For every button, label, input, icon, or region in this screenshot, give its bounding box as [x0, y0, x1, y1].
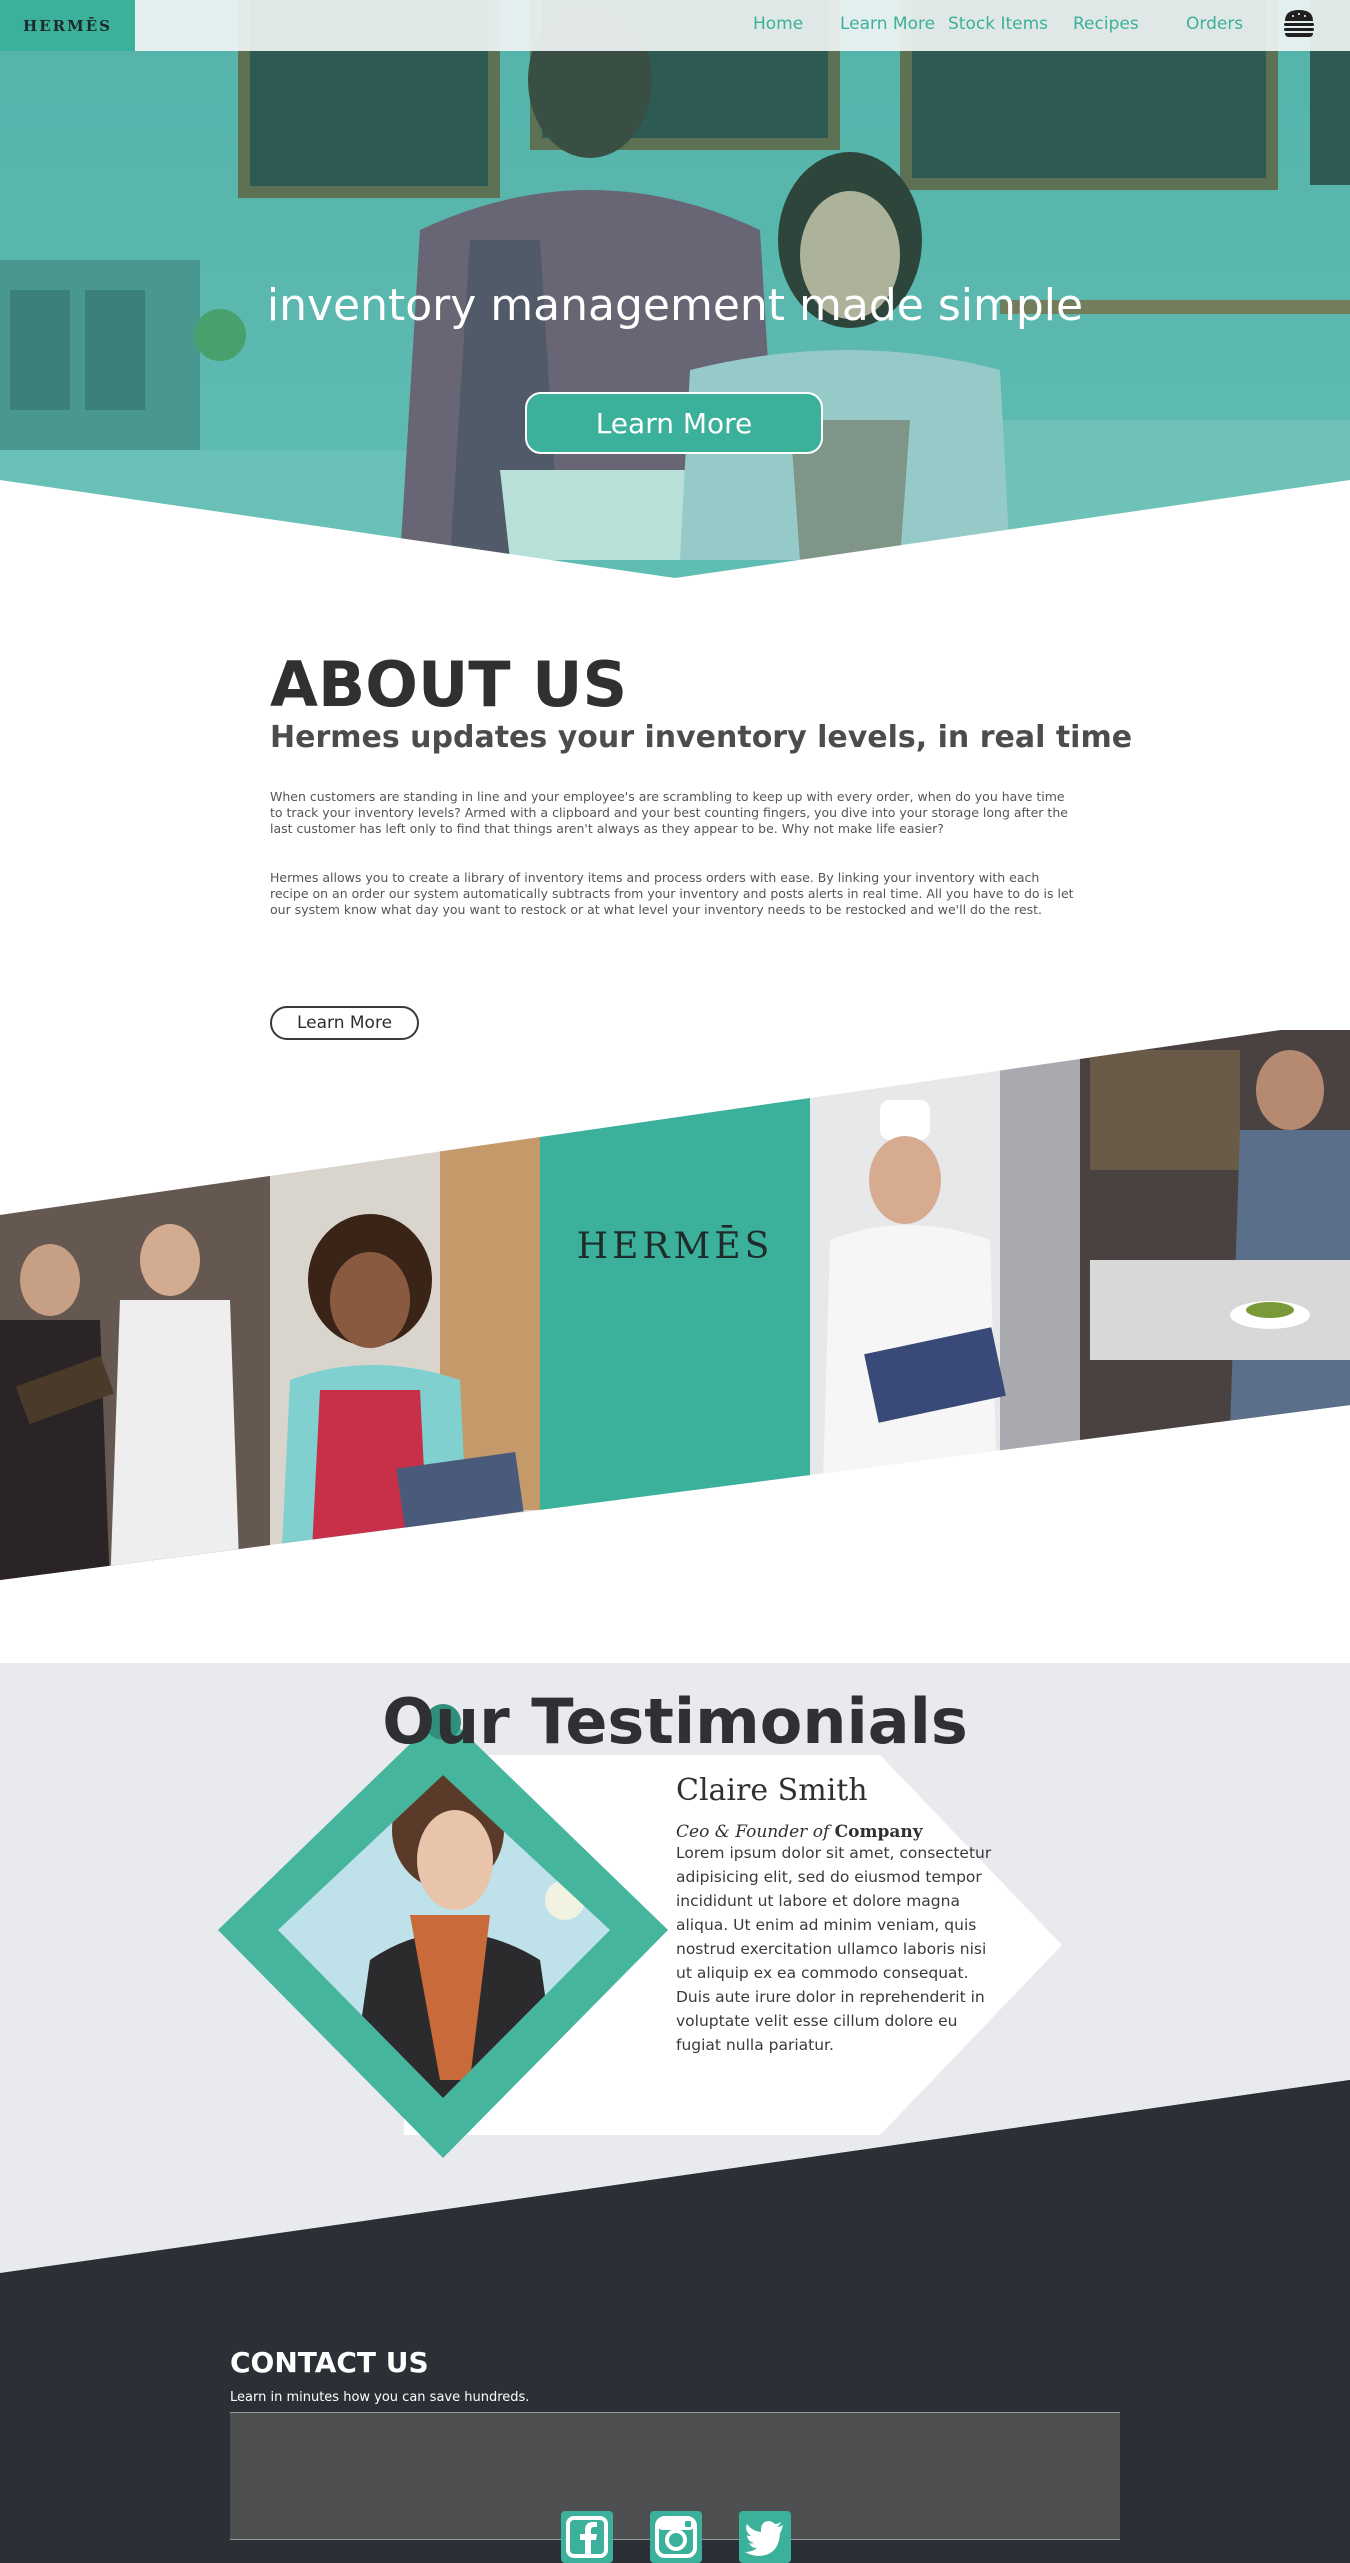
about-paragraph-1: When customers are standing in line and …	[270, 789, 1068, 836]
hamburger-icon[interactable]	[1282, 8, 1316, 38]
testimonial-name: Claire Smith	[676, 1773, 868, 1808]
nav-link-stock-items[interactable]: Stock Items	[948, 14, 1048, 34]
facebook-icon	[566, 2516, 608, 2558]
photo-chef	[810, 1030, 1080, 1580]
nav-link-learn-more[interactable]: Learn More	[840, 14, 935, 34]
instagram-button[interactable]	[650, 2511, 702, 2563]
strip-brand-text: HERMĒS	[577, 1226, 774, 1267]
hero-title: inventory management made simple	[266, 280, 1084, 331]
instagram-icon	[655, 2516, 697, 2558]
contact-subtitle: Learn in minutes how you can save hundre…	[230, 2390, 530, 2405]
about-title: ABOUT US	[270, 648, 628, 721]
nav-link-recipes[interactable]: Recipes	[1073, 14, 1139, 34]
twitter-icon	[745, 2521, 783, 2556]
testimonial-role: Ceo & Founder of Company	[676, 1822, 923, 1842]
hero-learn-more-button[interactable]: Learn More	[525, 392, 823, 454]
strip-brand-tile: HERMĒS	[540, 1030, 810, 1580]
about-paragraph-2: Hermes allows you to create a library of…	[270, 870, 1074, 917]
nav-link-orders[interactable]: Orders	[1186, 14, 1243, 34]
photo-kitchen	[1080, 1030, 1350, 1580]
facebook-button[interactable]	[561, 2511, 613, 2563]
photo-cashier	[270, 1030, 540, 1580]
contact-title: CONTACT US	[230, 2346, 429, 2379]
testimonial-company: Company	[834, 1822, 923, 1842]
brand-logo[interactable]: HERMĒS	[0, 0, 135, 51]
photo-waiters	[0, 1030, 270, 1580]
testimonials-title: Our Testimonials	[382, 1685, 968, 1758]
about-subtitle: Hermes updates your inventory levels, in…	[270, 720, 1133, 755]
twitter-button[interactable]	[739, 2511, 791, 2563]
testimonial-role-prefix: Ceo & Founder of	[676, 1822, 830, 1842]
hero-section: inventory management made simple Learn M…	[0, 0, 1350, 580]
photo-strip: HERMĒS	[0, 1030, 1350, 1580]
nav-link-home[interactable]: Home	[753, 14, 803, 34]
top-navbar: HERMĒS Home Learn More Stock Items Recip…	[0, 0, 1350, 51]
brand-logo-text: HERMĒS	[23, 16, 112, 35]
testimonial-text: Lorem ipsum dolor sit amet, consectetur …	[676, 1844, 992, 2054]
